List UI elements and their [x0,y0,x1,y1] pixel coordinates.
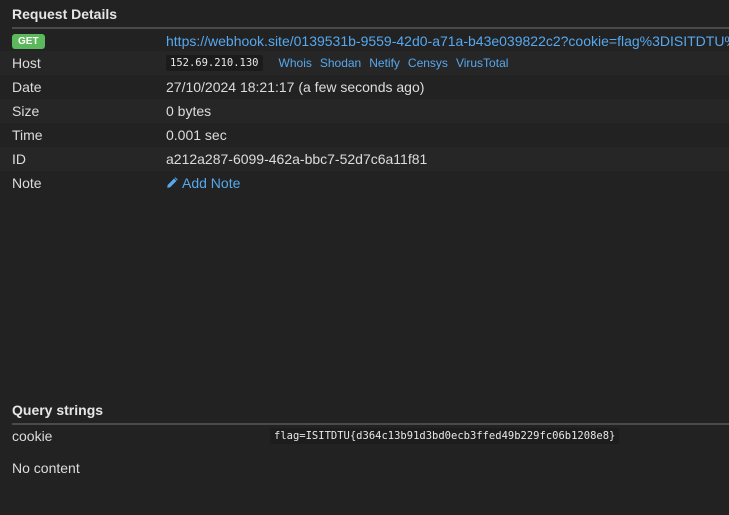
whois-link[interactable]: Whois [279,56,312,70]
request-url-link[interactable]: https://webhook.site/0139531b-9559-42d0-… [166,33,729,49]
add-note-label: Add Note [182,175,241,191]
host-row: Host 152.69.210.130 Whois Shodan Netify … [0,51,729,75]
virustotal-link[interactable]: VirusTotal [456,56,508,70]
query-strings-title: Query strings [12,402,104,418]
size-value: 0 bytes [166,103,212,119]
method-badge: GET [12,33,45,49]
size-label: Size [12,103,40,119]
id-value: a212a287-6099-462a-bbc7-52d7c6a11f81 [166,151,428,167]
host-label: Host [12,55,41,71]
method-cell: GET [12,29,45,53]
date-value: 27/10/2024 18:21:17 (a few seconds ago) [166,79,425,95]
url-cell: https://webhook.site/0139531b-9559-42d0-… [166,29,729,53]
query-string-value: flag=ISITDTU{d364c13b91d3bd0ecb3ffed49b2… [270,428,620,444]
time-label: Time [12,127,43,143]
time-row: Time 0.001 sec [0,123,729,147]
time-value: 0.001 sec [166,127,227,143]
date-label: Date [12,79,42,95]
netify-link[interactable]: Netify [369,56,400,70]
id-row: ID a212a287-6099-462a-bbc7-52d7c6a11f81 [0,147,729,171]
shodan-link[interactable]: Shodan [320,56,361,70]
date-row: Date 27/10/2024 18:21:17 (a few seconds … [0,75,729,99]
request-url-row: GET https://webhook.site/0139531b-9559-4… [0,29,729,53]
censys-link[interactable]: Censys [408,56,448,70]
query-string-key: cookie [12,428,53,444]
query-string-value-cell: flag=ISITDTU{d364c13b91d3bd0ecb3ffed49b2… [270,424,620,448]
request-details-page: Request Details GET https://webhook.site… [0,0,729,515]
host-value: 152.69.210.130 Whois Shodan Netify Censy… [166,51,508,75]
note-row: Note Add Note [0,171,729,195]
id-label: ID [12,151,26,167]
request-details-title: Request Details [12,6,118,22]
add-note-link[interactable]: Add Note [166,175,240,191]
host-ip: 152.69.210.130 [166,55,263,71]
query-string-row: cookie flag=ISITDTU{d364c13b91d3bd0ecb3f… [0,424,729,448]
note-label: Note [12,175,42,191]
pencil-icon [167,177,178,188]
body-empty-text: No content [12,460,80,476]
size-row: Size 0 bytes [0,99,729,123]
note-value: Add Note [166,171,240,195]
